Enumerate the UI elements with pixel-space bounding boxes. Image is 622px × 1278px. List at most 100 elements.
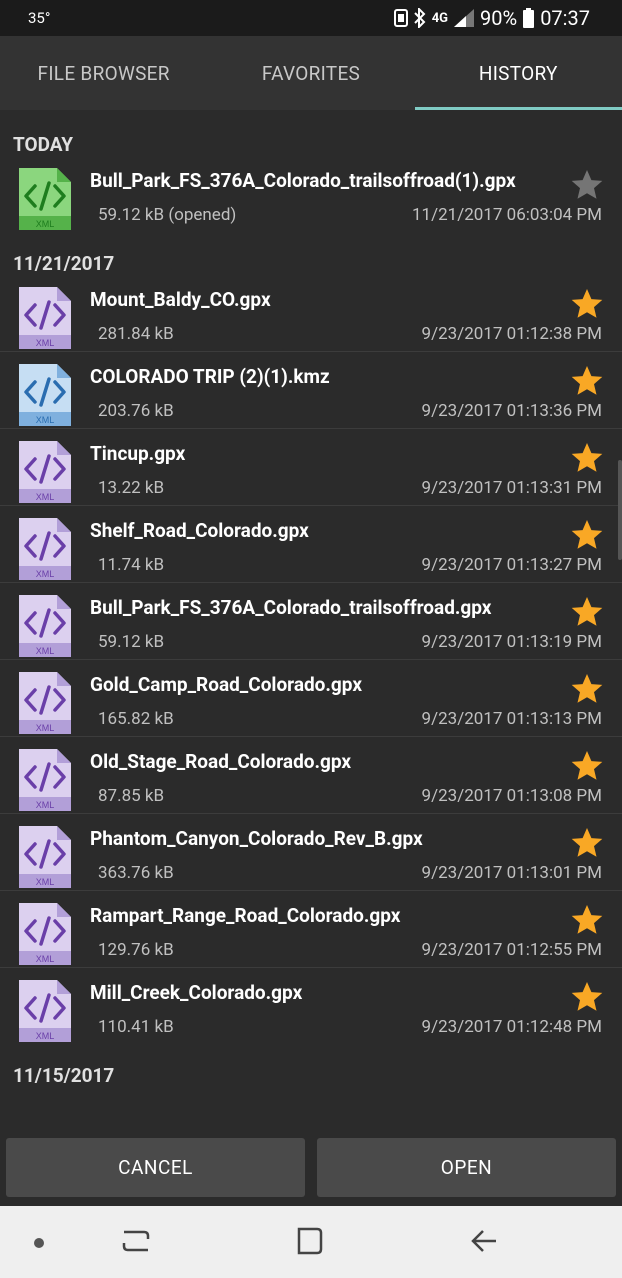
recent-apps-icon[interactable] [120,1224,152,1258]
scrollbar-thumb[interactable] [618,460,622,560]
signal-icon [454,9,475,27]
section-header: TODAY [13,133,74,156]
file-name: Phantom_Canyon_Colorado_Rev_B.gpx [90,827,423,850]
star-filled-icon[interactable] [570,441,604,475]
star-filled-icon[interactable] [570,903,604,937]
svg-text:XML: XML [36,877,55,887]
xml-file-purple-icon: XML [17,285,73,351]
section-header: 11/21/2017 [13,252,115,275]
star-filled-icon[interactable] [570,287,604,321]
file-name: Bull_Park_FS_376A_Colorado_trailsoffroad… [90,169,516,192]
file-name: Gold_Camp_Road_Colorado.gpx [90,673,362,696]
open-button[interactable]: OPEN [317,1138,616,1197]
file-size: 59.12 kB (opened) [98,205,237,225]
svg-text:XML: XML [36,1031,55,1041]
xml-file-purple-icon: XML [17,824,73,890]
battery-percent-text: 90% [480,6,518,30]
nfc-icon [393,9,408,27]
battery-icon [523,8,535,28]
file-size: 87.85 kB [98,786,165,806]
cancel-button[interactable]: CANCEL [6,1138,305,1197]
history-row[interactable]: XML Rampart_Range_Road_Colorado.gpx 129.76… [0,891,622,968]
history-row[interactable]: XML Bull_Park_FS_376A_Colorado_trailsoffr… [0,156,622,233]
file-size: 110.41 kB [98,1017,174,1037]
star-outline-icon[interactable] [570,168,604,202]
history-row[interactable]: XML Gold_Camp_Road_Colorado.gpx 165.82 kB 9… [0,660,622,737]
xml-file-purple-icon: XML [17,670,73,736]
tab-history[interactable]: HISTORY [414,36,622,110]
file-size: 129.76 kB [98,940,174,960]
history-list-body: TODAY XML Bull_Park_FS_376A_Colorado_trail… [0,110,622,1087]
svg-text:XML: XML [36,954,55,964]
file-date: 9/23/2017 01:13:19 PM [421,632,602,652]
xml-file-purple-icon: XML [17,439,73,505]
file-date: 11/21/2017 06:03:04 PM [411,205,602,225]
clock-text: 07:37 [540,6,590,30]
system-navigation-bar [0,1206,622,1278]
history-row[interactable]: XML COLORADO TRIP (2)(1).kmz 203.76 kB 9/23… [0,352,622,429]
star-filled-icon[interactable] [570,595,604,629]
star-filled-icon[interactable] [570,826,604,860]
file-date: 9/23/2017 01:12:38 PM [421,324,602,344]
history-row[interactable]: XML Mill_Creek_Colorado.gpx 110.41 kB 9/23/… [0,968,622,1045]
tab-file-browser[interactable]: FILE BROWSER [0,36,207,110]
star-filled-icon[interactable] [570,980,604,1014]
file-size: 13.22 kB [98,478,165,498]
svg-text:XML: XML [36,219,55,229]
star-filled-icon[interactable] [570,672,604,706]
network-type-text: 4G [431,10,449,26]
file-size: 59.12 kB [98,632,165,652]
file-name: Mill_Creek_Colorado.gpx [90,981,303,1004]
xml-file-purple-icon: XML [17,593,73,659]
svg-text:XML: XML [36,646,55,656]
history-row[interactable]: XML Phantom_Canyon_Colorado_Rev_B.gpx 363.… [0,814,622,891]
history-row[interactable]: XML Mount_Baldy_CO.gpx 281.84 kB 9/23/2017 … [0,275,622,352]
tab-bar: FILE BROWSER FAVORITES HISTORY [0,36,622,110]
xml-file-blue-icon: XML [17,362,73,428]
star-filled-icon[interactable] [570,364,604,398]
file-size: 165.82 kB [98,709,174,729]
file-name: Shelf_Road_Colorado.gpx [90,519,309,542]
star-filled-icon[interactable] [570,749,604,783]
tab-favorites[interactable]: FAVORITES [207,36,414,110]
home-icon[interactable] [295,1224,325,1258]
svg-text:XML: XML [36,723,55,733]
star-filled-icon[interactable] [570,518,604,552]
file-name: Bull_Park_FS_376A_Colorado_trailsoffroad… [90,596,492,619]
history-row[interactable]: XML Shelf_Road_Colorado.gpx 11.74 kB 9/23/2… [0,506,622,583]
back-icon[interactable] [468,1224,500,1258]
dot-indicator-icon [34,1238,44,1248]
file-date: 9/23/2017 01:13:27 PM [421,555,602,575]
file-date: 9/23/2017 01:13:13 PM [421,709,602,729]
xml-file-purple-icon: XML [17,747,73,813]
status-icons: 4G 90% 07:37 [393,6,590,30]
file-size: 203.76 kB [98,401,174,421]
history-row[interactable]: XML Bull_Park_FS_376A_Colorado_trailsoffr… [0,583,622,660]
status-bar: 35° 4G 90% 07:37 [0,0,622,36]
xml-file-green-icon: XML [17,166,73,232]
file-date: 9/23/2017 01:13:08 PM [421,786,602,806]
file-size: 363.76 kB [98,863,174,883]
dialog-buttons: CANCEL OPEN [0,1138,622,1206]
temperature-text: 35° [28,9,51,27]
svg-text:XML: XML [36,800,55,810]
file-name: Rampart_Range_Road_Colorado.gpx [90,904,401,927]
file-name: Old_Stage_Road_Colorado.gpx [90,750,352,773]
history-list[interactable]: TODAY XML Bull_Park_FS_376A_Colorado_trail… [0,110,622,1138]
history-row[interactable]: XML Old_Stage_Road_Colorado.gpx 87.85 kB 9/… [0,737,622,814]
file-name: COLORADO TRIP (2)(1).kmz [90,365,330,388]
file-date: 9/23/2017 01:12:55 PM [421,940,602,960]
xml-file-purple-icon: XML [17,978,73,1044]
history-row[interactable]: XML Tincup.gpx 13.22 kB 9/23/2017 01:13:31 … [0,429,622,506]
file-date: 9/23/2017 01:13:01 PM [421,863,602,883]
svg-text:XML: XML [36,338,55,348]
svg-text:XML: XML [36,569,55,579]
file-date: 9/23/2017 01:12:48 PM [421,1017,602,1037]
file-date: 9/23/2017 01:13:36 PM [421,401,602,421]
file-name: Tincup.gpx [90,442,186,465]
svg-text:XML: XML [36,415,55,425]
file-size: 281.84 kB [98,324,174,344]
file-size: 11.74 kB [98,555,165,575]
file-date: 9/23/2017 01:13:31 PM [421,478,602,498]
bluetooth-icon [414,8,426,28]
